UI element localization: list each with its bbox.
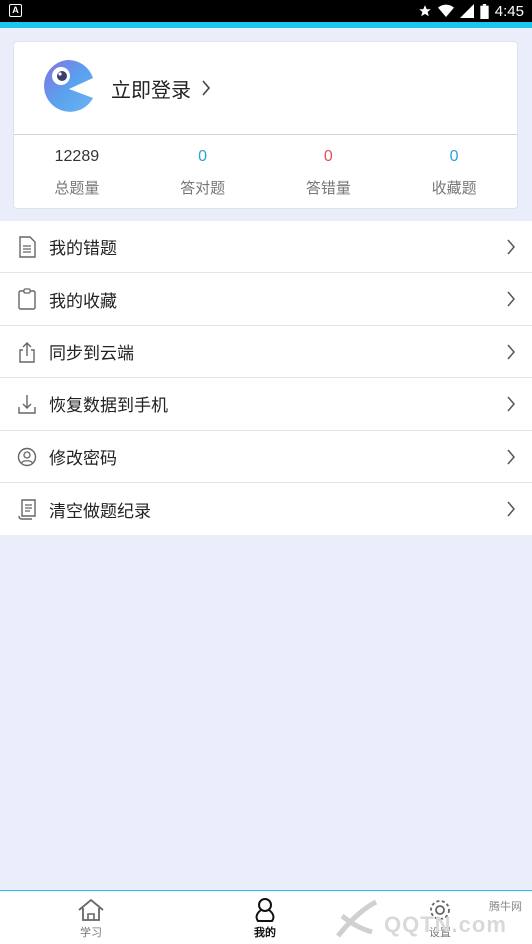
wifi-icon [437, 4, 454, 18]
stat-label: 答对题 [180, 179, 226, 197]
clipboard-icon [18, 288, 36, 311]
login-label: 立即登录 [111, 77, 191, 102]
stat-value: 0 [323, 148, 333, 165]
stats-row: 12289 总题量 0 答对题 0 答错量 0 收藏题 [14, 135, 517, 209]
signal-icon [459, 4, 474, 18]
menu-item-my-favorites[interactable]: 我的收藏 [0, 273, 532, 326]
stat-value: 0 [449, 148, 459, 165]
menu-item-label: 恢复数据到手机 [49, 396, 168, 417]
qqtn-watermark: QQTN.com 腾牛网 [332, 896, 522, 942]
settings-menu: 我的错题 我的收藏 同步到云端 恢复数据到手机 修改密码 清空做题纪录 [0, 221, 532, 536]
status-time: 4:45 [494, 2, 524, 20]
tab-label: 学习 [80, 926, 102, 939]
document-icon [19, 236, 36, 258]
menu-item-sync-cloud[interactable]: 同步到云端 [0, 326, 532, 379]
stat-label: 总题量 [54, 179, 100, 197]
watermark-small-text: 腾牛网 [489, 900, 522, 913]
stat-label: 收藏题 [431, 179, 477, 197]
menu-item-label: 修改密码 [49, 448, 117, 469]
app-notification-icon: A [9, 4, 22, 17]
stat-wrong[interactable]: 0 答错量 [266, 135, 392, 209]
user-circle-icon [17, 447, 37, 466]
chevron-right-icon [507, 291, 515, 307]
watermark-text: QQTN.com [384, 912, 507, 937]
menu-item-label: 同步到云端 [49, 343, 134, 364]
download-icon [18, 395, 36, 414]
menu-item-label: 我的收藏 [49, 291, 117, 312]
avatar[interactable] [39, 58, 95, 114]
tab-study[interactable]: 学习 [41, 891, 141, 944]
upload-icon [19, 341, 35, 363]
status-bar: A 4:45 [0, 0, 532, 22]
tab-label: 我的 [254, 926, 276, 939]
stat-label: 答错量 [305, 179, 351, 197]
stat-total-questions[interactable]: 12289 总题量 [14, 135, 140, 209]
chevron-right-icon [507, 396, 515, 412]
chevron-right-icon [507, 344, 515, 360]
stat-favorites[interactable]: 0 收藏题 [391, 135, 517, 209]
menu-item-restore-data[interactable]: 恢复数据到手机 [0, 378, 532, 431]
home-icon [78, 898, 104, 921]
profile-card: 立即登录 12289 总题量 0 答对题 0 答错量 0 收藏题 [13, 41, 518, 209]
stat-value: 0 [198, 148, 208, 165]
login-button[interactable]: 立即登录 [111, 75, 211, 102]
scroll-icon [18, 499, 36, 520]
star-icon [418, 5, 431, 17]
tab-mine[interactable]: 我的 [215, 891, 315, 944]
battery-icon [480, 3, 489, 19]
stat-correct[interactable]: 0 答对题 [140, 135, 266, 209]
menu-item-label: 我的错题 [49, 239, 117, 260]
menu-item-my-mistakes[interactable]: 我的错题 [0, 221, 532, 274]
chevron-right-icon [507, 449, 515, 465]
chevron-right-icon [507, 239, 515, 255]
chevron-right-icon [507, 501, 515, 517]
chevron-right-icon [202, 80, 211, 96]
person-icon [255, 898, 275, 922]
menu-item-label: 清空做题纪录 [49, 501, 151, 522]
menu-item-clear-records[interactable]: 清空做题纪录 [0, 483, 532, 535]
menu-item-change-password[interactable]: 修改密码 [0, 431, 532, 483]
stat-value: 12289 [54, 148, 100, 165]
watermark-logo-icon [336, 899, 378, 938]
status-icons: 4:45 [418, 0, 524, 22]
header-accent-strip [0, 22, 532, 28]
